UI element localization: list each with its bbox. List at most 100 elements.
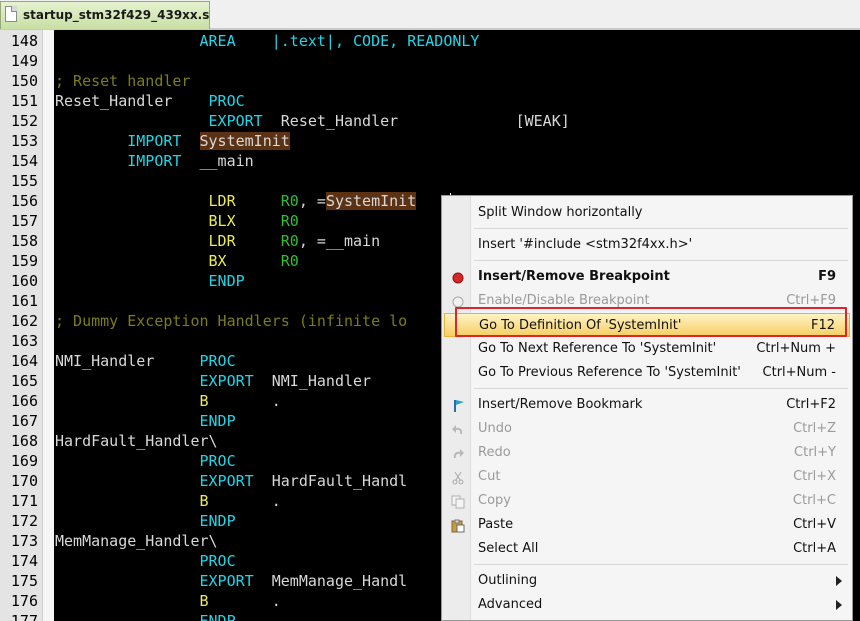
menu-item-label: Insert/Remove Breakpoint xyxy=(478,269,670,284)
code-line[interactable]: PROC xyxy=(55,551,236,571)
code-token: ENDP xyxy=(199,512,236,530)
menu-item-split-window-horizontally[interactable]: Split Window horizontally xyxy=(444,201,850,225)
line-number: 161 xyxy=(10,292,38,310)
code-line[interactable]: IMPORT __main xyxy=(55,151,254,171)
menu-item-outlining[interactable]: Outlining xyxy=(444,569,850,593)
submenu-arrow-icon xyxy=(836,576,842,586)
menu-item-shortcut: Ctrl+Z xyxy=(793,421,836,436)
code-line[interactable]: LDR R0, =__main xyxy=(55,231,381,251)
file-icon xyxy=(5,6,17,22)
menu-item-redo[interactable]: Redo Ctrl+Y xyxy=(444,441,850,465)
code-token: ; Reset handler xyxy=(55,72,191,90)
code-token: |.text|, CODE, READONLY xyxy=(271,32,480,50)
code-line[interactable]: ENDP xyxy=(55,271,245,291)
code-line[interactable]: NMI_Handler PROC xyxy=(55,351,236,371)
code-line[interactable]: MemManage_Handler\ xyxy=(55,531,218,551)
menu-item-label: Outlining xyxy=(478,573,538,588)
menu-item-shortcut: Ctrl+V xyxy=(793,517,836,532)
menu-item-cut[interactable]: Cut Ctrl+X xyxy=(444,465,850,489)
code-line[interactable]: B . xyxy=(55,591,281,611)
code-line[interactable]: BLX R0 xyxy=(55,211,299,231)
line-number: 150 xyxy=(10,72,38,90)
line-number: 171 xyxy=(10,492,38,510)
gutter-margin xyxy=(42,30,54,621)
code-token: PROC xyxy=(199,452,236,470)
menu-item-insert-remove-breakpoint[interactable]: Insert/Remove Breakpoint F9 xyxy=(444,265,850,289)
menu-item-shortcut: F9 xyxy=(818,269,836,284)
code-line[interactable]: IMPORT SystemInit xyxy=(55,131,290,151)
code-token: Reset_Handler xyxy=(280,112,399,130)
menu-item-undo[interactable]: Undo Ctrl+Z xyxy=(444,417,850,441)
code-line[interactable]: ; Reset handler xyxy=(55,71,190,91)
menu-item-shortcut: Ctrl+C xyxy=(792,493,836,508)
code-line[interactable]: HardFault_Handler\ xyxy=(55,431,218,451)
code-token: [WEAK] xyxy=(515,112,570,130)
code-token: __main xyxy=(199,152,254,170)
code-token: MemManage_Handl xyxy=(271,572,408,590)
code-token: ; Dummy Exception Handlers (infinite lo xyxy=(55,312,408,330)
code-line[interactable]: B . xyxy=(55,391,281,411)
menu-item-label: Copy xyxy=(478,493,511,508)
menu-item-label: Insert '#include <stm32f4xx.h>' xyxy=(478,237,693,252)
line-number: 156 xyxy=(10,192,38,210)
menu-item-label: Go To Previous Reference To 'SystemInit' xyxy=(478,365,741,380)
code-token: LDR xyxy=(208,192,236,210)
code-line[interactable]: Reset_Handler PROC xyxy=(55,91,245,111)
menu-item-go-to-previous-reference-to-systeminit[interactable]: Go To Previous Reference To 'SystemInit'… xyxy=(444,361,850,385)
code-token: NMI_Handler xyxy=(271,372,372,390)
code-token: EXPORT xyxy=(208,112,263,130)
code-line[interactable]: LDR R0, =SystemInit xyxy=(55,191,417,211)
code-line[interactable]: AREA |.text|, CODE, READONLY xyxy=(55,31,480,51)
code-token: IMPORT xyxy=(127,152,182,170)
code-token: , =__main xyxy=(298,232,381,250)
menu-separator xyxy=(474,564,848,565)
code-token: . xyxy=(271,592,281,610)
code-line[interactable]: EXPORT MemManage_Handl xyxy=(55,571,408,591)
line-number: 170 xyxy=(10,472,38,490)
menu-item-advanced[interactable]: Advanced xyxy=(444,593,850,617)
code-line[interactable]: EXPORT NMI_Handler xyxy=(55,371,372,391)
line-number: 159 xyxy=(10,252,38,270)
code-line[interactable]: EXPORT HardFault_Handl xyxy=(55,471,408,491)
code-token: EXPORT xyxy=(199,572,254,590)
menu-item-label: Cut xyxy=(478,469,501,484)
line-number: 155 xyxy=(10,172,38,190)
code-token: LDR xyxy=(208,232,236,250)
menu-item-shortcut: Ctrl+Y xyxy=(794,445,836,460)
file-tab[interactable]: startup_stm32f429_439xx.s xyxy=(0,1,210,29)
code-token: B xyxy=(199,392,209,410)
menu-item-go-to-next-reference-to-systeminit[interactable]: Go To Next Reference To 'SystemInit' Ctrl… xyxy=(444,337,850,361)
code-line[interactable]: ; Dummy Exception Handlers (infinite lo xyxy=(55,311,407,331)
menu-item-insert-remove-bookmark[interactable]: Insert/Remove Bookmark Ctrl+F2 xyxy=(444,393,850,417)
breakpoint-icon xyxy=(451,270,465,284)
code-line[interactable]: EXPORT Reset_Handler [WEAK] xyxy=(55,111,570,131)
line-number: 149 xyxy=(10,52,38,70)
code-line[interactable]: B . xyxy=(55,491,281,511)
menu-item-shortcut: Ctrl+Num + xyxy=(756,341,836,356)
menu-item-label: Enable/Disable Breakpoint xyxy=(478,293,650,308)
tab-bar: startup_stm32f429_439xx.s xyxy=(0,0,860,30)
code-line[interactable]: BX R0 xyxy=(55,251,299,271)
menu-item-paste[interactable]: Paste Ctrl+V xyxy=(444,513,850,537)
code-line[interactable]: ENDP xyxy=(55,411,236,431)
highlighted-symbol: SystemInit xyxy=(325,192,417,210)
code-token: HardFault_Handler\ xyxy=(55,432,218,450)
menu-item-copy[interactable]: Copy Ctrl+C xyxy=(444,489,850,513)
code-token: . xyxy=(271,492,281,510)
code-line[interactable]: PROC xyxy=(55,451,236,471)
menu-item-insert-include-stm32f4xx-h[interactable]: Insert '#include <stm32f4xx.h>' xyxy=(444,233,850,257)
menu-item-select-all[interactable]: Select All Ctrl+A xyxy=(444,537,850,561)
cut-icon xyxy=(451,470,465,485)
code-line[interactable]: ENDP xyxy=(55,511,236,531)
code-line[interactable]: ENDP xyxy=(55,611,236,621)
